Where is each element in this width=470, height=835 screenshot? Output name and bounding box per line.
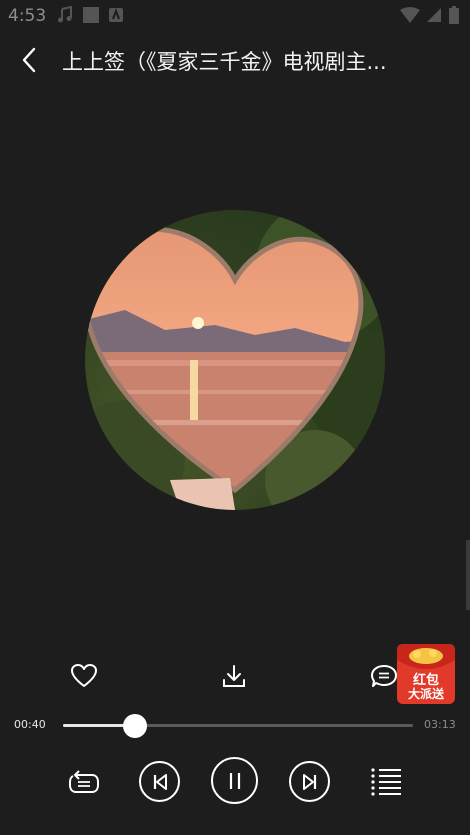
chevron-left-icon bbox=[22, 47, 36, 73]
status-notification-icons bbox=[56, 6, 124, 24]
playlist-button[interactable] bbox=[366, 765, 406, 799]
status-time: 4:53 bbox=[8, 6, 47, 26]
badge-notification-icon bbox=[109, 8, 123, 22]
heart-icon bbox=[71, 664, 97, 687]
like-button[interactable] bbox=[66, 658, 102, 694]
current-time: 00:40 bbox=[14, 718, 46, 731]
seek-bar[interactable] bbox=[63, 714, 413, 738]
previous-track-icon bbox=[153, 773, 167, 790]
previous-track-button[interactable] bbox=[139, 761, 180, 802]
total-time: 03:13 bbox=[424, 718, 456, 731]
album-cover-art bbox=[85, 210, 385, 510]
progress-row: 00:40 03:13 bbox=[0, 712, 470, 740]
header: 上上签（《夏家三千金》电视剧主... bbox=[0, 34, 470, 88]
pause-icon bbox=[229, 772, 240, 789]
repeat-mode-icon bbox=[69, 770, 99, 793]
wifi-icon bbox=[400, 7, 420, 23]
next-track-button[interactable] bbox=[289, 761, 330, 802]
play-pause-button[interactable] bbox=[211, 757, 258, 804]
next-track-icon bbox=[302, 773, 316, 790]
playback-controls bbox=[0, 755, 470, 811]
album-cover[interactable] bbox=[85, 210, 385, 510]
battery-icon bbox=[449, 6, 459, 24]
music-notification-icon bbox=[58, 6, 72, 23]
comment-icon bbox=[371, 665, 397, 687]
signal-icon bbox=[427, 8, 441, 22]
status-system-icons bbox=[400, 6, 460, 24]
red-packet-subtitle: 大派送 bbox=[407, 687, 444, 701]
song-title: 上上签（《夏家三千金》电视剧主... bbox=[62, 50, 387, 74]
download-icon bbox=[223, 665, 245, 687]
back-button[interactable] bbox=[14, 44, 46, 76]
app-notification-icon bbox=[83, 7, 99, 23]
status-bar: 4:53 bbox=[0, 0, 470, 34]
seek-bar-thumb[interactable] bbox=[123, 714, 148, 738]
download-button[interactable] bbox=[216, 658, 252, 694]
playlist-icon bbox=[371, 768, 401, 796]
scrollbar[interactable] bbox=[466, 540, 470, 610]
repeat-mode-button[interactable] bbox=[64, 767, 104, 799]
red-packet-promo[interactable]: 红包 大派送 bbox=[395, 640, 457, 706]
